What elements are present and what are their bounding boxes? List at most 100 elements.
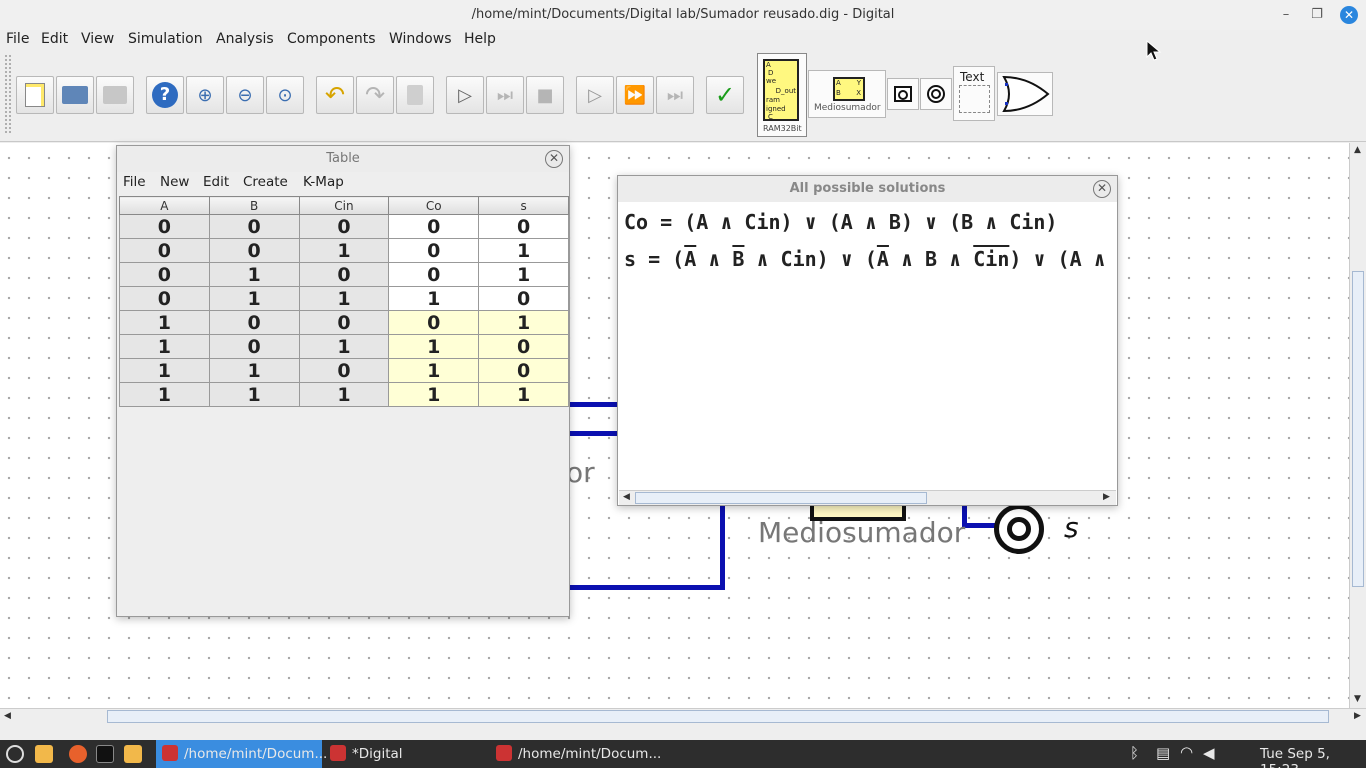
task-item-table[interactable]: /home/mint/Docum... — [156, 740, 327, 768]
files-icon[interactable] — [35, 745, 53, 763]
menu-simulation[interactable]: Simulation — [128, 31, 203, 47]
menu-help[interactable]: Help — [464, 31, 496, 47]
table-cell[interactable]: 1 — [478, 238, 569, 263]
wire[interactable] — [570, 431, 618, 436]
table-window-titlebar[interactable]: Table ✕ — [117, 146, 569, 172]
firefox-icon[interactable] — [69, 745, 87, 763]
task-item-solutions[interactable]: /home/mint/Docum... — [490, 740, 661, 768]
menu-analysis[interactable]: Analysis — [216, 31, 274, 47]
toolbar-grip[interactable] — [4, 54, 12, 134]
text-component-button[interactable]: Text — [953, 66, 995, 121]
redo-icon[interactable]: ↷ — [356, 76, 394, 114]
maximize-button[interactable]: ❐ — [1308, 6, 1326, 24]
table-cell: 0 — [298, 214, 390, 239]
solutions-close-icon[interactable]: ✕ — [1093, 180, 1111, 198]
table-cell[interactable]: 0 — [478, 286, 569, 311]
clock[interactable]: Tue Sep 5, 15:23 — [1260, 746, 1366, 768]
zoom-fit-icon[interactable]: ⊙ — [266, 76, 304, 114]
header-cin[interactable]: Cin — [298, 196, 390, 215]
menu-file[interactable]: File — [6, 31, 29, 47]
header-a[interactable]: A — [119, 196, 210, 215]
terminal-icon[interactable] — [96, 745, 114, 763]
scroll-down-icon[interactable]: ▼ — [1354, 694, 1361, 704]
table-cell[interactable]: 0 — [478, 334, 569, 359]
help-icon[interactable]: ? — [146, 76, 184, 114]
table-cell[interactable]: 1 — [478, 262, 569, 287]
vertical-scroll-thumb[interactable] — [1352, 271, 1364, 587]
volume-icon[interactable]: ◀ — [1203, 744, 1215, 762]
horizontal-scroll-thumb[interactable] — [107, 710, 1329, 723]
table-cell[interactable]: 0 — [478, 214, 569, 239]
menu-edit[interactable]: Edit — [41, 31, 68, 47]
solutions-scroll-thumb[interactable] — [635, 492, 927, 504]
output-square-component-button[interactable] — [887, 78, 919, 110]
analyse-check-icon[interactable]: ✓ — [706, 76, 744, 114]
wire[interactable] — [570, 402, 618, 407]
table-cell[interactable]: 1 — [388, 334, 480, 359]
wire[interactable] — [570, 585, 725, 590]
menu-windows[interactable]: Windows — [389, 31, 452, 47]
table-menu-file[interactable]: File — [123, 174, 146, 190]
fast-forward-icon[interactable]: ⏩ — [616, 76, 654, 114]
scroll-right-icon[interactable]: ▶ — [1354, 711, 1361, 721]
table-cell[interactable]: 1 — [388, 382, 480, 407]
menu-start-icon[interactable] — [6, 745, 24, 763]
close-button[interactable]: ✕ — [1340, 6, 1358, 24]
minimize-button[interactable]: – — [1277, 6, 1295, 24]
solutions-scroll-left-icon[interactable]: ◀ — [623, 492, 630, 502]
zoom-out-icon[interactable]: ⊖ — [226, 76, 264, 114]
open-folder-icon[interactable] — [56, 76, 94, 114]
wire[interactable] — [720, 506, 725, 590]
or-gate-component-button[interactable] — [997, 72, 1053, 116]
menu-view[interactable]: View — [81, 31, 114, 47]
ram-pin-a: A — [766, 61, 771, 69]
wifi-icon[interactable]: ◠ — [1180, 743, 1193, 761]
stop-icon[interactable]: ■ — [526, 76, 564, 114]
table-cell[interactable]: 0 — [388, 310, 480, 335]
table-menu-kmap[interactable]: K-Map — [303, 174, 344, 190]
bluetooth-icon[interactable]: ᛒ — [1130, 744, 1139, 762]
delete-icon[interactable] — [396, 76, 434, 114]
folder-icon[interactable] — [124, 745, 142, 763]
help-glyph: ? — [152, 82, 178, 108]
s-expr-part: ∧ Cin) ∨ ( — [744, 247, 877, 271]
step-icon[interactable]: ⏭ — [486, 76, 524, 114]
scroll-up-icon[interactable]: ▲ — [1354, 145, 1361, 155]
solutions-scroll-right-icon[interactable]: ▶ — [1103, 492, 1110, 502]
table-cell[interactable]: 1 — [478, 382, 569, 407]
solutions-horizontal-scrollbar[interactable]: ◀ ▶ — [619, 490, 1116, 505]
table-cell[interactable]: 0 — [388, 214, 480, 239]
scroll-left-icon[interactable]: ◀ — [4, 711, 11, 721]
undo-icon[interactable]: ↶ — [316, 76, 354, 114]
clipboard-icon[interactable]: ▤ — [1156, 744, 1170, 762]
micro-step-icon[interactable]: ▷ — [576, 76, 614, 114]
ram-component-button[interactable]: A D we D_out ram igned C RAM32Bit — [757, 53, 807, 137]
vertical-scrollbar[interactable]: ▲ ▼ — [1349, 143, 1366, 708]
new-file-icon[interactable] — [16, 76, 54, 114]
table-close-icon[interactable]: ✕ — [545, 150, 563, 168]
run-to-break-icon[interactable]: ⏭ — [656, 76, 694, 114]
wire[interactable] — [962, 523, 998, 528]
zoom-in-icon[interactable]: ⊕ — [186, 76, 224, 114]
table-menu-edit[interactable]: Edit — [203, 174, 229, 190]
horizontal-scrollbar[interactable]: ◀ ▶ — [0, 708, 1366, 725]
table-cell[interactable]: 1 — [388, 358, 480, 383]
header-s[interactable]: s — [478, 196, 569, 215]
header-b[interactable]: B — [208, 196, 300, 215]
table-menu-create[interactable]: Create — [243, 174, 288, 190]
mediosumador-component-button[interactable]: A B Y X Mediosumador — [808, 70, 886, 118]
solutions-window-titlebar[interactable]: All possible solutions ✕ — [618, 176, 1117, 202]
table-menu-new[interactable]: New — [160, 174, 189, 190]
table-cell[interactable]: 1 — [478, 310, 569, 335]
output-led-component-button[interactable] — [920, 78, 952, 110]
task-item-digital[interactable]: *Digital — [324, 740, 488, 768]
save-icon[interactable] — [96, 76, 134, 114]
table-cell[interactable]: 0 — [388, 262, 480, 287]
output-led-s[interactable] — [994, 504, 1044, 554]
play-icon[interactable]: ▷ — [446, 76, 484, 114]
menu-components[interactable]: Components — [287, 31, 376, 47]
header-co[interactable]: Co — [388, 196, 480, 215]
table-cell[interactable]: 1 — [388, 286, 480, 311]
table-cell[interactable]: 0 — [388, 238, 480, 263]
table-cell[interactable]: 0 — [478, 358, 569, 383]
